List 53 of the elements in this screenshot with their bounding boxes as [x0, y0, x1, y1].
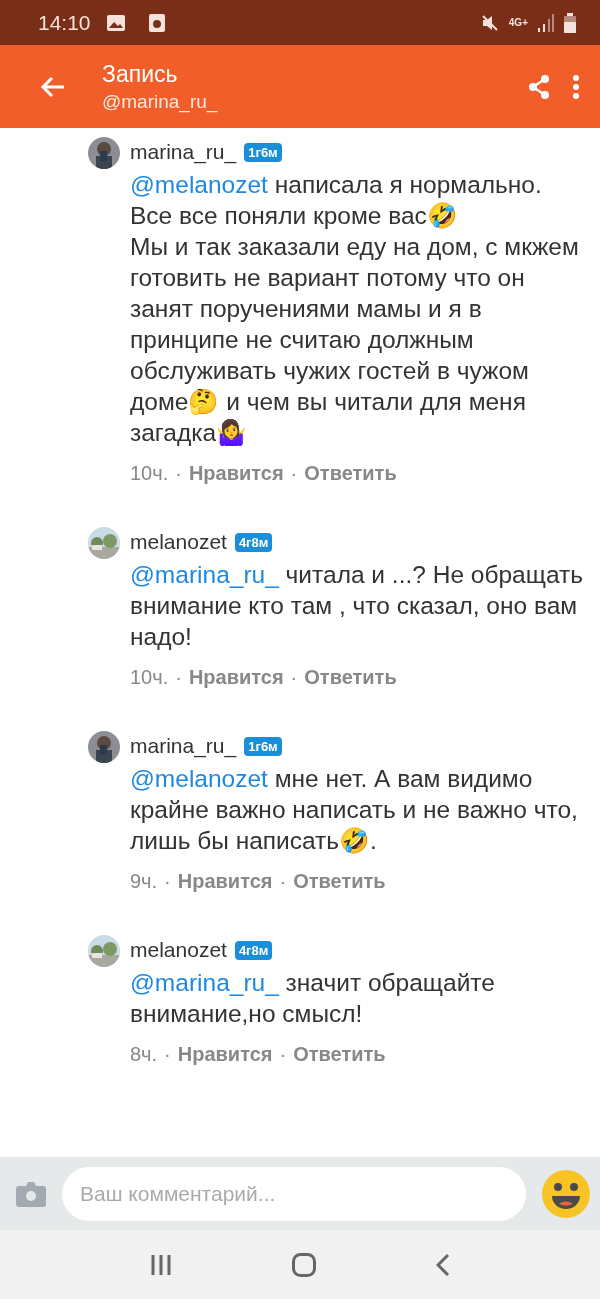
comment-author[interactable]: marina_ru_: [130, 734, 237, 758]
comment-time: 10ч.: [130, 462, 169, 485]
page-subtitle: @marina_ru_: [102, 89, 219, 115]
like-link[interactable]: Нравится: [177, 870, 273, 893]
media-icon: [148, 13, 165, 32]
smiley-icon[interactable]: [542, 1169, 590, 1218]
comment-author[interactable]: melanozet: [130, 530, 227, 554]
separator-dot: ·: [279, 870, 287, 893]
separator-dot: ·: [164, 1043, 171, 1066]
separator-dot: ·: [290, 462, 298, 485]
reply-link[interactable]: Ответить: [293, 1043, 386, 1066]
comment-time: 10ч.: [130, 666, 169, 689]
signal-icon: [538, 13, 554, 32]
separator-dot: ·: [175, 462, 182, 485]
mention-link[interactable]: @marina_ru_: [130, 969, 279, 996]
comment-text: @melanozet мне нет. А вам видимо крайне важно написать и не важно что, лишь бы написать🤣.: [130, 764, 579, 856]
membership-badge: 1г6м: [244, 736, 282, 756]
comment-time: 8ч.: [130, 1043, 158, 1066]
back-arrow-icon: [40, 75, 66, 98]
comment-text: @melanozet написала я нормально. Все все поняли кроме вас🤣 Мы и так заказали еду на дом, с мкжем готовить не вариант потому что он занят поручениями мамы и я в принципе не считаю должным обслуживать чужих гостей в чужом доме🤔 и чем вы читали для меня загадка🤷‍♀: [130, 170, 580, 448]
like-link[interactable]: Нравится: [188, 462, 284, 485]
mention-link[interactable]: @melanozet: [130, 765, 268, 792]
membership-badge: 1г6м: [244, 142, 282, 162]
back-icon[interactable]: [436, 1252, 450, 1277]
reply-link[interactable]: Ответить: [293, 870, 386, 893]
status-time: 14:10: [38, 10, 91, 35]
comment-time: 9ч.: [130, 870, 158, 893]
reply-link[interactable]: Ответить: [304, 462, 397, 485]
network-label: 4G+: [508, 17, 528, 28]
battery-icon: [564, 12, 576, 33]
separator-dot: ·: [279, 1043, 287, 1066]
home-icon[interactable]: [292, 1252, 316, 1277]
separator-dot: ·: [164, 870, 171, 893]
mention-link[interactable]: @marina_ru_: [130, 561, 279, 588]
image-icon: [106, 14, 125, 31]
separator-dot: ·: [175, 666, 182, 689]
membership-badge: 4г8м: [234, 532, 273, 552]
recent-apps-icon[interactable]: [150, 1253, 172, 1276]
mention-link[interactable]: @melanozet: [130, 171, 268, 198]
comment-author[interactable]: marina_ru_: [130, 140, 237, 164]
more-icon: [572, 74, 580, 99]
page-title: Запись: [102, 59, 179, 89]
comment-text: @marina_ru_ читала и ...? Не обращать внимание кто там , что сказал, оно вам надо!: [130, 560, 584, 652]
share-icon: [528, 74, 550, 99]
comment-author[interactable]: melanozet: [130, 938, 227, 962]
mute-icon: [480, 13, 499, 32]
comment-input[interactable]: Ваш комментарий...: [62, 1166, 526, 1221]
membership-badge: 4г8м: [234, 940, 273, 960]
comment-text: @marina_ru_ значит обращайте внимание,но смысл!: [130, 968, 496, 1029]
like-link[interactable]: Нравится: [188, 666, 284, 689]
reply-link[interactable]: Ответить: [304, 666, 397, 689]
separator-dot: ·: [290, 666, 298, 689]
like-link[interactable]: Нравится: [177, 1043, 273, 1066]
